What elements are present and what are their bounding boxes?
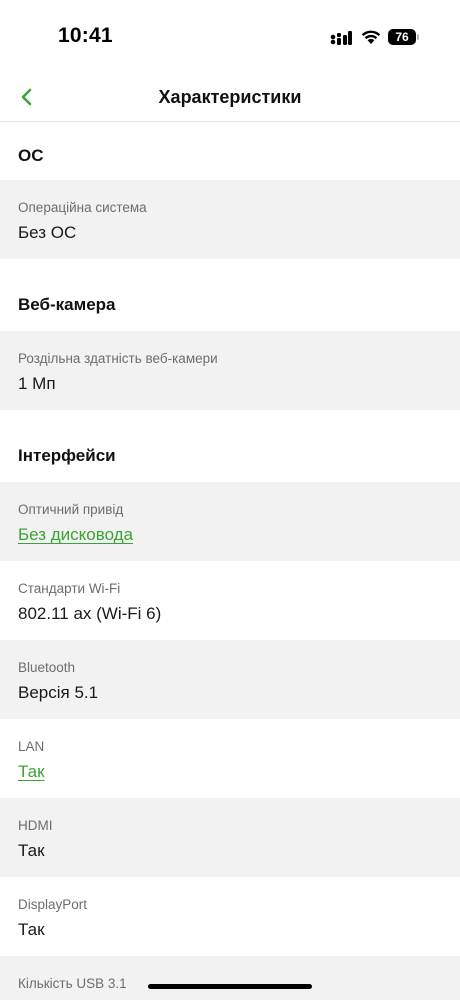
spec-value: Версія 5.1 <box>18 683 99 702</box>
spec-label: HDMI <box>18 818 53 833</box>
wifi-icon <box>361 30 381 44</box>
spec-label: DisplayPort <box>18 897 88 912</box>
spec-label: LAN <box>18 739 45 754</box>
spec-label: Bluetooth <box>18 660 76 675</box>
spec-value: 1 Мп <box>18 374 56 393</box>
spec-row-webcam-resolution: Роздільна здатність веб-камери 1 Мп <box>0 331 460 410</box>
home-indicator[interactable] <box>148 984 312 989</box>
battery-cap <box>417 34 419 40</box>
spec-row-usb-3-1-count: Кількість USB 3.1 <box>0 956 460 1000</box>
nav-bar: Характеристики <box>0 76 460 122</box>
status-bar: 10:41 76 <box>0 0 460 76</box>
lan-link[interactable]: Так <box>18 762 442 782</box>
battery-icon: 76 <box>388 29 420 45</box>
battery-level: 76 <box>388 29 416 45</box>
spec-label: Роздільна здатність веб-камери <box>18 351 218 366</box>
spec-row-bluetooth: Bluetooth Версія 5.1 <box>0 640 460 719</box>
spec-label: Операційна система <box>18 200 147 215</box>
cellular-signal-icon <box>330 31 352 45</box>
spec-label: Стандарти Wi-Fi <box>18 581 121 596</box>
spec-value: 802.11 ax (Wi-Fi 6) <box>18 604 162 623</box>
spec-value: Так <box>18 841 45 860</box>
section-header-webcam: Веб-камера <box>0 259 460 331</box>
spec-row-wifi: Стандарти Wi-Fi 802.11 ax (Wi-Fi 6) <box>0 561 460 640</box>
specs-list: ОС Операційна система Без ОС Веб-камера … <box>0 123 460 1000</box>
section-header-os: ОС <box>0 123 460 180</box>
section-header-interfaces: Інтерфейси <box>0 410 460 482</box>
spec-row-lan: LAN Так <box>0 719 460 798</box>
spec-row-displayport: DisplayPort Так <box>0 877 460 956</box>
spec-row-optical-drive: Оптичний привід Без дисковода <box>0 482 460 561</box>
spec-row-hdmi: HDMI Так <box>0 798 460 877</box>
spec-label: Оптичний привід <box>18 502 124 517</box>
page-title: Характеристики <box>158 87 302 107</box>
status-time: 10:41 <box>58 24 113 47</box>
spec-value: Так <box>18 920 45 939</box>
optical-drive-link[interactable]: Без дисковода <box>18 525 442 545</box>
spec-row-operating-system: Операційна система Без ОС <box>0 180 460 259</box>
spec-value: Без ОС <box>18 223 77 242</box>
